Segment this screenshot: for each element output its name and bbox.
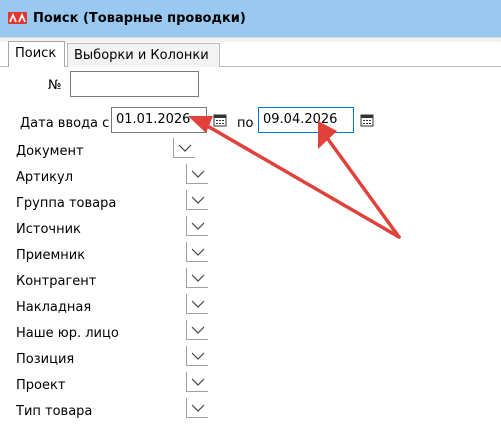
dropdown-product-group[interactable] — [186, 190, 208, 210]
chevron-down-icon — [191, 300, 205, 308]
field-label-counterparty: Контрагент — [16, 274, 97, 289]
dropdown-counterparty[interactable] — [186, 268, 208, 288]
number-label: № — [48, 78, 62, 93]
date-to-input[interactable]: 09.04.2026 — [258, 107, 354, 133]
dropdown-document[interactable] — [173, 138, 195, 158]
field-label-position: Позиция — [16, 352, 75, 367]
dropdown-receiver[interactable] — [186, 242, 208, 262]
dropdown-invoice[interactable] — [186, 294, 208, 314]
separator — [0, 37, 501, 42]
dropdown-source[interactable] — [186, 216, 208, 236]
chevron-down-icon — [191, 404, 205, 412]
date-from-input[interactable]: 01.01.2026 — [111, 107, 207, 133]
dropdown-position[interactable] — [186, 346, 208, 366]
app-logo-icon — [8, 12, 27, 24]
chevron-down-icon — [191, 170, 205, 178]
window-title: Поиск (Товарные проводки) — [33, 11, 246, 26]
chevron-down-icon — [191, 378, 205, 386]
chevron-down-icon — [178, 144, 192, 152]
field-label-receiver: Приемник — [16, 248, 86, 263]
field-label-product-group: Группа товара — [16, 196, 117, 211]
dropdown-project[interactable] — [186, 372, 208, 392]
calendar-icon[interactable] — [360, 113, 374, 127]
dropdown-article[interactable] — [186, 164, 208, 184]
field-label-product-type: Тип товара — [16, 404, 93, 419]
chevron-down-icon — [191, 222, 205, 230]
field-label-source: Источник — [16, 222, 81, 237]
title-bar: Поиск (Товарные проводки) — [0, 0, 501, 37]
field-label-article: Артикул — [16, 170, 74, 185]
chevron-down-icon — [191, 326, 205, 334]
tab-search[interactable]: Поиск — [8, 41, 65, 67]
dropdown-legal-entity[interactable] — [186, 320, 208, 340]
chevron-down-icon — [191, 352, 205, 360]
field-label-legal-entity: Наше юр. лицо — [16, 326, 119, 341]
field-label-document: Документ — [16, 144, 84, 159]
number-input[interactable] — [70, 71, 199, 97]
date-from-label: Дата ввода с — [20, 116, 110, 131]
chevron-down-icon — [191, 274, 205, 282]
calendar-icon[interactable] — [213, 113, 227, 127]
field-label-project: Проект — [16, 378, 66, 393]
chevron-down-icon — [191, 248, 205, 256]
tab-selections-columns[interactable]: Выборки и Колонки — [67, 43, 220, 67]
field-label-invoice: Накладная — [16, 300, 92, 315]
dropdown-product-type[interactable] — [186, 398, 208, 418]
chevron-down-icon — [191, 196, 205, 204]
date-to-label: по — [237, 116, 254, 131]
